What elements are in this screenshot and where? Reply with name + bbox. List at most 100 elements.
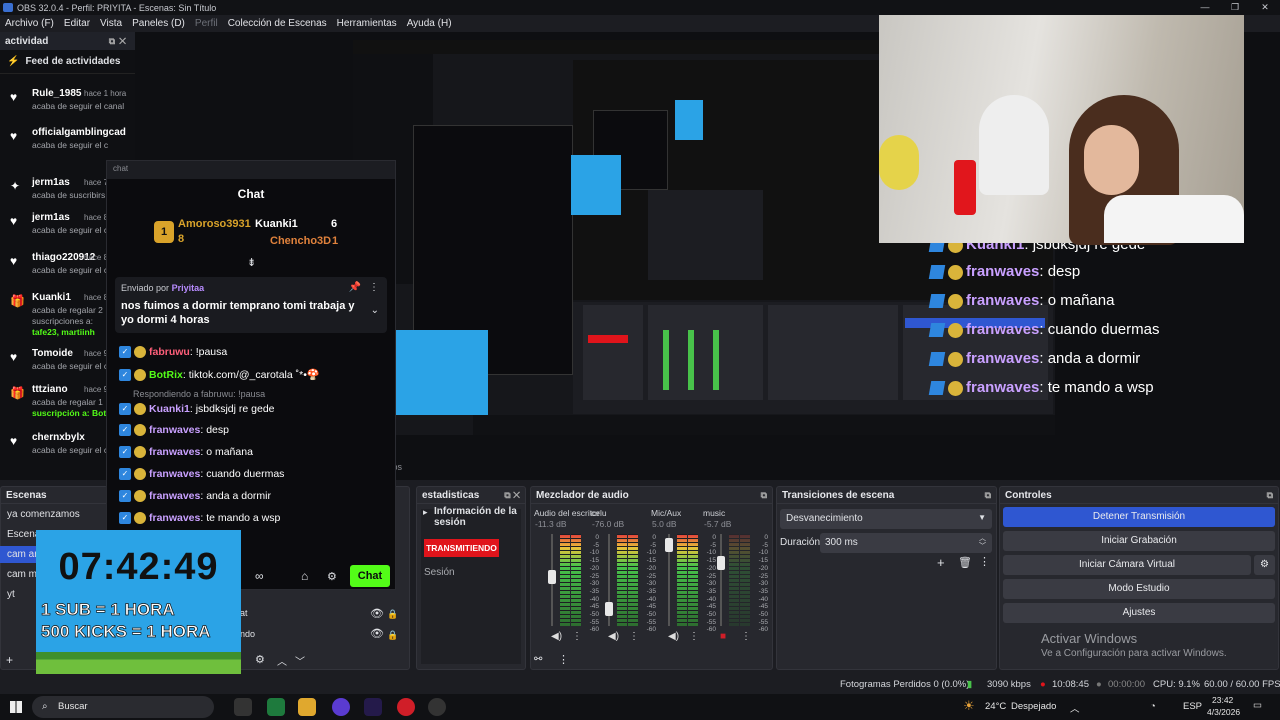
wifi-icon[interactable]: ◔ — [1150, 701, 1156, 712]
scale-tick: -20 — [758, 564, 768, 572]
duration-input[interactable]: 300 ms ︿ ﹀ — [820, 533, 992, 553]
task-view-icon[interactable] — [234, 698, 252, 716]
scene-item[interactable]: ya comenzamos — [0, 506, 106, 523]
windows-start-icon[interactable] — [10, 701, 22, 713]
chat-message: ✓ franwaves: te mando a wsp — [119, 512, 280, 525]
duration-label: Duración — [780, 537, 821, 548]
chat-message: ✓ franwaves: anda a dormir — [119, 490, 271, 503]
menu-vista[interactable]: Vista — [95, 18, 127, 29]
menu-perfil[interactable]: Perfil — [190, 18, 223, 29]
stats-title: estadisticas — [422, 489, 480, 501]
studio-mode-button[interactable]: Modo Estudio — [1003, 579, 1275, 599]
feed-item-name: Kuanki1 — [32, 292, 71, 303]
signal-icon: ▮ — [967, 679, 973, 690]
pinned-message: Enviado por Priyitaa 📌 ⋮ nos fuimos a do… — [115, 277, 387, 333]
channel-menu-icon[interactable]: ⋮ — [741, 631, 751, 642]
expand-icon[interactable]: ⌄ — [371, 305, 379, 316]
emote-icon — [948, 351, 963, 367]
channel-menu-icon[interactable]: ⋮ — [629, 631, 639, 642]
notifications-icon[interactable]: ▭ — [1253, 700, 1262, 711]
browser-icon[interactable] — [332, 698, 350, 716]
store-icon[interactable]: ⌂ — [301, 569, 308, 583]
close-icon[interactable]: ✕ — [1250, 0, 1280, 15]
feed-item-name: jerm1as — [32, 212, 70, 223]
chat-settings-icon[interactable]: ⚙ — [327, 570, 337, 583]
emote-icon[interactable]: ∞ — [255, 569, 264, 583]
clock-time[interactable]: 23:42 — [1212, 695, 1233, 705]
scale-tick: -5 — [762, 541, 768, 549]
channel-menu-icon[interactable]: ⋮ — [689, 631, 699, 642]
close-icon-stats[interactable]: ⧉ ✕ — [504, 490, 520, 501]
mixer-link-icon[interactable]: ⚯ — [534, 654, 542, 665]
mixer-channel-db: -76.0 dB — [592, 519, 625, 529]
transition-select[interactable]: Desvanecimiento ▼ — [780, 509, 992, 529]
add-scene-icon[interactable]: + — [6, 653, 13, 667]
channel-menu-icon[interactable]: ⋮ — [572, 631, 582, 642]
pinned-menu-icon[interactable]: ⋮ — [369, 282, 379, 293]
pin-icon[interactable]: 📌 — [349, 282, 361, 293]
virtual-cam-gear-icon[interactable]: ⚙ — [1254, 555, 1275, 575]
lock-icon[interactable]: 🔒 — [387, 609, 398, 620]
tray-chevron-icon[interactable]: ︿ — [1070, 701, 1080, 715]
add-transition-icon[interactable]: + — [937, 555, 945, 570]
maximize-icon[interactable]: ❐ — [1220, 0, 1250, 15]
undock-icon-controls[interactable]: ⧉ — [1267, 490, 1273, 501]
speaker-icon[interactable]: ◀) — [668, 631, 679, 642]
opera-icon[interactable] — [397, 698, 415, 716]
undock-icon-mixer[interactable]: ⧉ — [761, 490, 767, 501]
chat-send-button[interactable]: Chat — [350, 565, 390, 587]
eye-icon-2[interactable]: 👁 — [370, 627, 384, 640]
chevron-down-icon[interactable]: ﹀ — [295, 653, 305, 668]
heart-icon: ♥ — [10, 90, 18, 104]
source-item-2[interactable]: ndo — [240, 629, 255, 639]
start-recording-button[interactable]: Iniciar Grabación — [1003, 531, 1275, 551]
menu-coleccion[interactable]: Colección de Escenas — [223, 18, 332, 29]
menu-archivo[interactable]: Archivo (F) — [0, 18, 59, 29]
undock-icon-transitions[interactable]: ⧉ — [985, 490, 991, 501]
app-b-icon[interactable] — [267, 698, 285, 716]
lock-icon-2[interactable]: 🔒 — [387, 630, 398, 641]
minimize-icon[interactable]: — — [1190, 0, 1220, 15]
start-virtual-cam-button[interactable]: Iniciar Cámara Virtual — [1003, 555, 1251, 575]
menu-herramientas[interactable]: Herramientas — [332, 18, 402, 29]
feed-item-desc: acaba de suscribirs — [32, 190, 106, 200]
source-item-1[interactable]: at — [240, 608, 248, 618]
level-meter — [617, 534, 627, 626]
speaker-icon[interactable]: ◀) — [551, 631, 562, 642]
menu-ayuda[interactable]: Ayuda (H) — [402, 18, 457, 29]
sword-badge-icon — [928, 352, 946, 367]
taskbar-search[interactable]: Buscar — [32, 696, 214, 718]
clock-date[interactable]: 4/3/2026 — [1207, 707, 1240, 717]
eye-icon[interactable]: 👁 — [370, 607, 384, 620]
volume-slider-knob[interactable] — [717, 556, 725, 570]
chevron-up-icon[interactable]: ︿ — [277, 653, 287, 668]
emote-icon — [948, 293, 963, 309]
menu-paneles[interactable]: Paneles (D) — [127, 18, 190, 29]
overlay-chat-user: franwaves — [966, 321, 1040, 338]
dock-controls[interactable]: ⧉✕ — [109, 36, 130, 47]
stop-stream-button[interactable]: Detener Transmisión — [1003, 507, 1275, 527]
mixer-menu-icon[interactable]: ⋮ — [558, 653, 569, 666]
sub-rule: 1 SUB = 1 HORA — [41, 600, 175, 620]
activate-windows-sub: Ve a Configuración para activar Windows. — [1041, 648, 1227, 659]
obs-taskbar-icon[interactable] — [428, 698, 446, 716]
language[interactable]: ESP — [1183, 701, 1202, 712]
volume-slider-knob[interactable] — [605, 602, 613, 616]
trash-icon[interactable]: 🗑 — [958, 556, 972, 569]
premiere-icon[interactable] — [364, 698, 382, 716]
stepper-icon[interactable]: ︿ ﹀ — [979, 535, 986, 551]
menu-editar[interactable]: Editar — [59, 18, 95, 29]
speaker-icon[interactable]: ◀) — [608, 631, 619, 642]
gear-icon-sources[interactable]: ⚙ — [255, 653, 265, 666]
transition-menu-icon[interactable]: ⋮ — [979, 555, 990, 568]
rec-dot-icon: ● — [1096, 679, 1102, 690]
collapse-icon[interactable]: ⇟ — [247, 256, 256, 269]
speaker-icon[interactable]: ■ — [720, 631, 726, 642]
settings-button[interactable]: Ajustes — [1003, 603, 1275, 623]
scale-tick: -30 — [758, 580, 768, 588]
volume-slider-knob[interactable] — [548, 570, 556, 584]
volume-slider-knob[interactable] — [665, 538, 673, 552]
scale-tick: -50 — [646, 611, 656, 619]
file-explorer-icon[interactable] — [298, 698, 316, 716]
volume-slider-track[interactable] — [720, 534, 722, 626]
